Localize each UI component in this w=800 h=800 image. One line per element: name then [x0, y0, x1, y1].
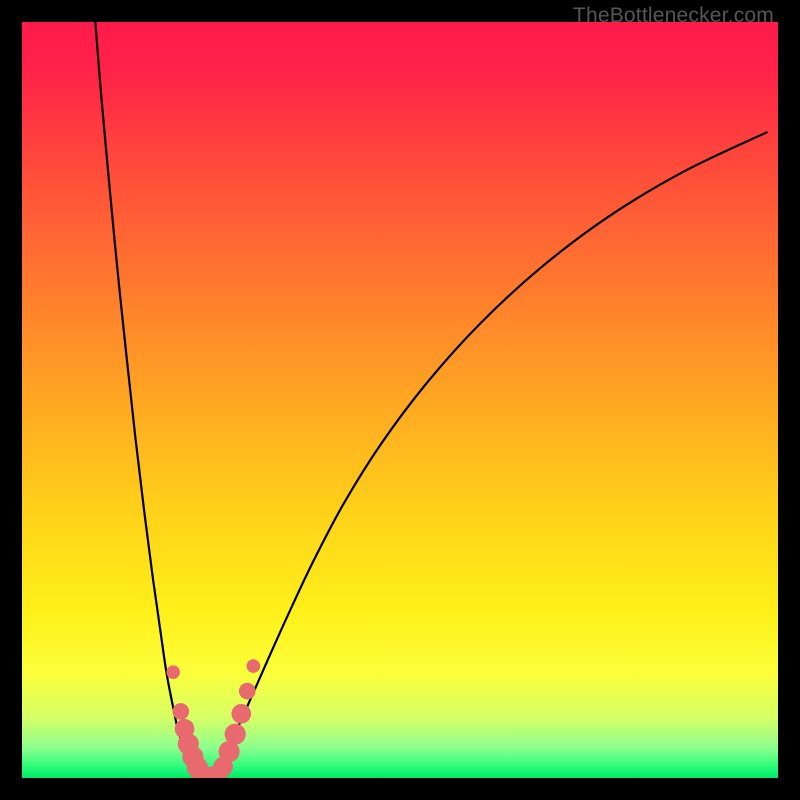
data-marker — [231, 704, 251, 724]
data-marker — [225, 724, 246, 745]
data-marker — [247, 659, 261, 673]
left-curve — [95, 22, 203, 778]
data-marker — [166, 665, 180, 679]
plot-area — [22, 22, 778, 778]
right-curve — [203, 132, 766, 778]
data-marker — [172, 703, 189, 720]
watermark-text: TheBottlenecker.com — [573, 4, 774, 28]
curves-layer — [22, 22, 778, 778]
data-marker — [239, 683, 256, 700]
chart-frame: TheBottlenecker.com — [0, 0, 800, 800]
data-markers — [166, 659, 260, 778]
